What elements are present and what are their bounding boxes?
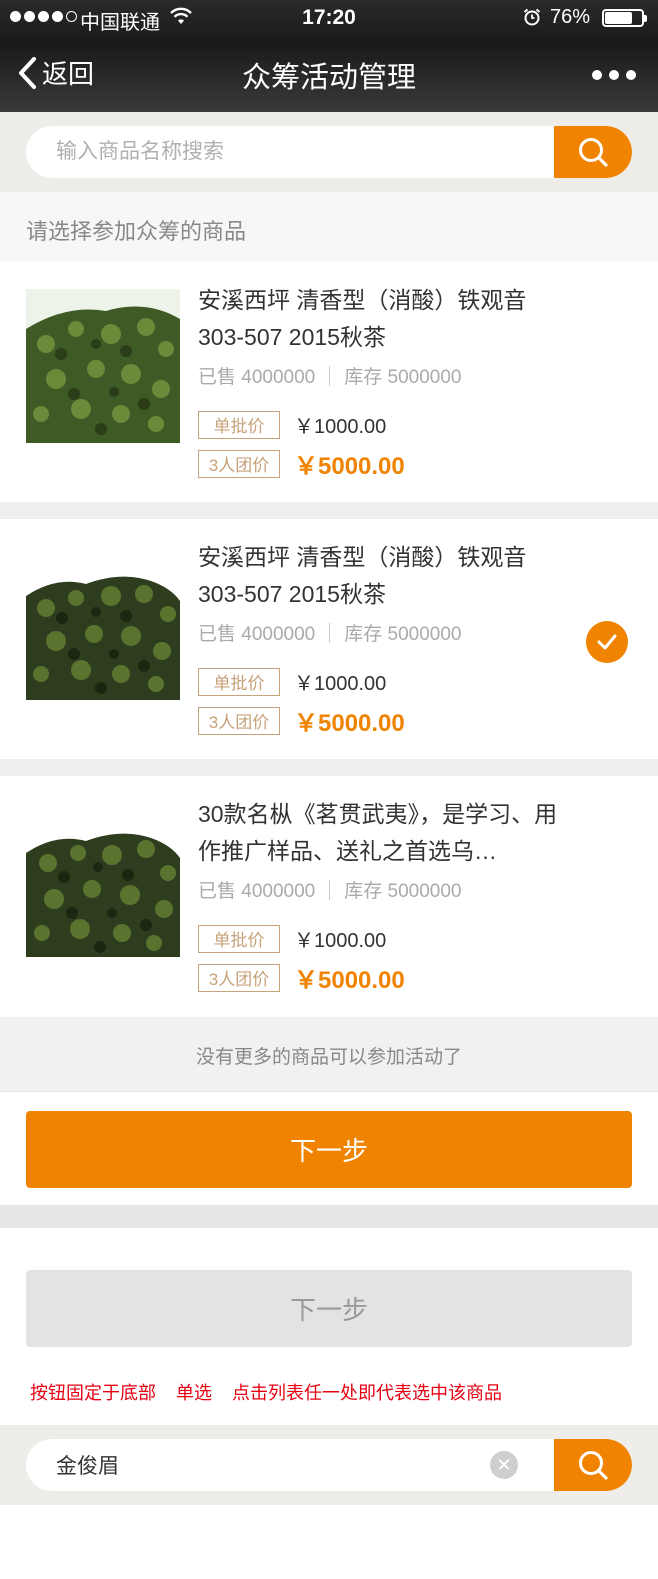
search-icon: [579, 1451, 608, 1480]
design-notes: 按钮固定于底部 单选 点击列表任一处即代表选中该商品: [30, 1379, 502, 1405]
page-title: 众筹活动管理: [241, 62, 416, 94]
more-options-button[interactable]: [592, 70, 636, 80]
divider: [0, 759, 658, 776]
group-price-row: 3人团价 ￥5000.00: [198, 446, 405, 481]
product-stats: 已售 4000000 库存 5000000: [198, 362, 462, 389]
search-input[interactable]: [26, 126, 546, 178]
search-button[interactable]: [554, 1439, 632, 1491]
search-box: ✕: [26, 1439, 632, 1491]
battery-icon: [602, 9, 647, 27]
note-single-select: 单选: [176, 1383, 212, 1403]
stock-count: 库存 5000000: [344, 367, 462, 388]
search-box: [26, 126, 632, 178]
no-more-notice: 没有更多的商品可以参加活动了: [0, 1017, 658, 1092]
single-price: ￥1000.00: [294, 416, 387, 438]
sold-count: 已售 4000000: [198, 881, 316, 902]
selected-check-icon[interactable]: [586, 621, 628, 663]
single-price-tag: 单批价: [198, 410, 280, 439]
divider: [0, 1205, 658, 1228]
product-stats: 已售 4000000 库存 5000000: [198, 876, 462, 903]
sold-count: 已售 4000000: [198, 624, 316, 645]
search-bar-filled: ✕: [0, 1425, 658, 1505]
note-fixed-bottom: 按钮固定于底部: [30, 1383, 156, 1403]
product-stats: 已售 4000000 库存 5000000: [198, 619, 462, 646]
product-item[interactable]: 安溪西坪 清香型（消酸）铁观音 303-507 2015秋茶 已售 400000…: [0, 519, 658, 759]
note-click-to-select: 点击列表任一处即代表选中该商品: [232, 1383, 502, 1403]
search-bar: [0, 112, 658, 192]
single-price-tag: 单批价: [198, 667, 280, 696]
app-header: 中国联通 17:20 76% 返回 众筹活动管理: [0, 0, 658, 112]
section-label: 请选择参加众筹的商品: [0, 192, 658, 262]
group-price-tag: 3人团价: [198, 963, 280, 992]
single-price-tag: 单批价: [198, 924, 280, 953]
group-price: ￥5000.00: [294, 453, 405, 480]
stock-count: 库存 5000000: [344, 624, 462, 645]
product-image: [26, 803, 180, 957]
single-price-row: 单批价 ￥1000.00: [198, 410, 386, 439]
battery-percent: 76%: [550, 6, 591, 28]
product-item[interactable]: 安溪西坪 清香型（消酸）铁观音 303-507 2015秋茶 已售 400000…: [0, 262, 658, 502]
product-title: 安溪西坪 清香型（消酸）铁观音 303-507 2015秋茶: [198, 544, 527, 607]
status-bar: 中国联通 17:20 76%: [0, 0, 658, 36]
clear-icon[interactable]: ✕: [490, 1451, 518, 1479]
search-icon: [579, 138, 608, 167]
group-price: ￥5000.00: [294, 967, 405, 994]
group-price-tag: 3人团价: [198, 449, 280, 478]
next-step-button-disabled: 下一步: [26, 1270, 632, 1347]
product-title: 安溪西坪 清香型（消酸）铁观音 303-507 2015秋茶: [198, 287, 527, 350]
product-image: [26, 546, 180, 700]
group-price-row: 3人团价 ￥5000.00: [198, 960, 405, 995]
single-price-row: 单批价 ￥1000.00: [198, 924, 386, 953]
next-step-button[interactable]: 下一步: [26, 1111, 632, 1188]
alarm-clock-icon: [523, 8, 541, 26]
group-price: ￥5000.00: [294, 710, 405, 737]
single-price-row: 单批价 ￥1000.00: [198, 667, 386, 696]
nav-bar: 返回 众筹活动管理: [0, 36, 658, 112]
product-image: [26, 289, 180, 443]
product-item[interactable]: 30款名枞《茗贯武夷》，是学习、用作推广样品、送礼之首选乌… 已售 400000…: [0, 776, 658, 1016]
stock-count: 库存 5000000: [344, 881, 462, 902]
group-price-row: 3人团价 ￥5000.00: [198, 703, 405, 738]
search-button[interactable]: [554, 126, 632, 178]
divider: [0, 502, 658, 519]
group-price-tag: 3人团价: [198, 706, 280, 735]
single-price: ￥1000.00: [294, 673, 387, 695]
sold-count: 已售 4000000: [198, 367, 316, 388]
product-title: 30款名枞《茗贯武夷》，是学习、用作推广样品、送礼之首选乌…: [198, 801, 558, 864]
single-price: ￥1000.00: [294, 930, 387, 952]
search-input-filled[interactable]: [26, 1439, 546, 1491]
